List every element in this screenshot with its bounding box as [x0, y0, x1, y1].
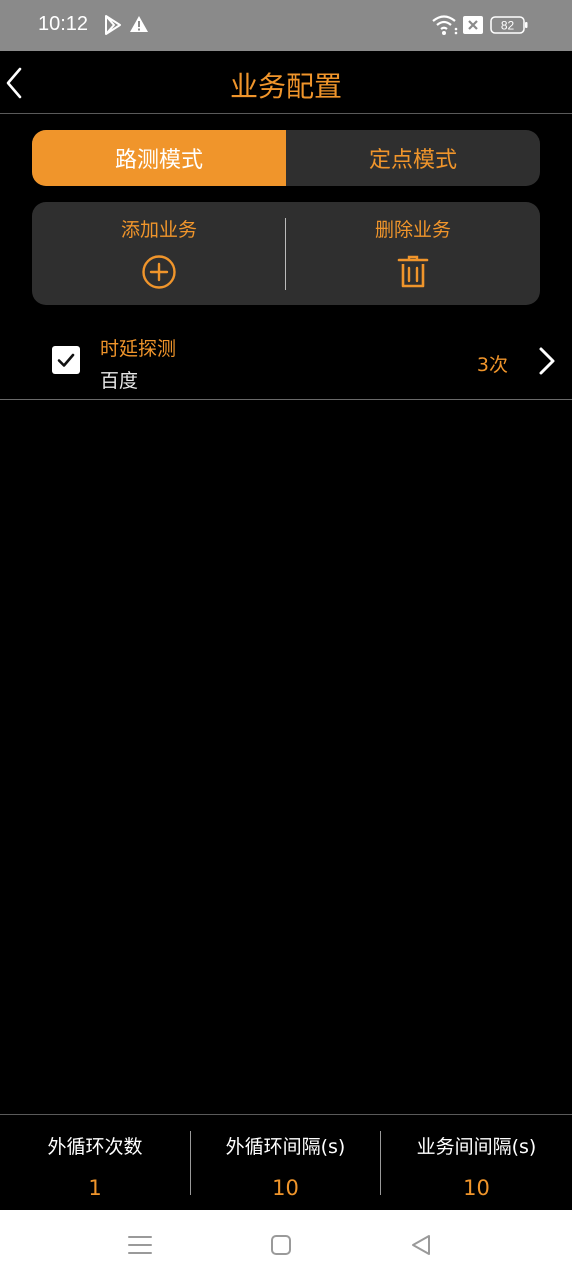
status-time: 10:12 [38, 13, 89, 35]
outer-loop-count-value: 1 [88, 1176, 102, 1200]
delete-service-button[interactable]: 删除业务 [286, 202, 540, 305]
delete-service-label: 删除业务 [374, 219, 451, 241]
outer-loop-interval-label: 外循环间隔(s) [225, 1136, 346, 1158]
battery-level: 82 [501, 19, 515, 33]
service-interval-label: 业务间间隔(s) [416, 1136, 537, 1158]
service-interval-value: 10 [463, 1176, 490, 1200]
wifi-icon [432, 15, 458, 35]
menu-icon[interactable] [125, 1232, 155, 1258]
tab-fixed-point-mode[interactable]: 定点模式 [286, 130, 540, 186]
warning-icon [130, 16, 148, 32]
plus-circle-icon [142, 255, 176, 289]
tab-road-test-mode[interactable]: 路测模式 [32, 130, 286, 186]
outer-loop-count-setting[interactable]: 外循环次数 1 [0, 1115, 190, 1211]
trash-icon [397, 255, 429, 288]
home-icon[interactable] [266, 1232, 296, 1258]
service-target: 百度 [100, 370, 139, 392]
chevron-right-icon [539, 347, 555, 375]
add-service-label: 添加业务 [120, 219, 197, 241]
service-name: 时延探测 [100, 338, 177, 360]
back-triangle-icon[interactable] [406, 1232, 436, 1258]
outer-loop-interval-setting[interactable]: 外循环间隔(s) 10 [191, 1115, 380, 1211]
service-count: 3次 [476, 354, 508, 376]
mode-switch: 路测模式 定点模式 [32, 130, 540, 186]
status-bar: 10:12 82 [0, 0, 572, 51]
service-action-panel: 添加业务 删除业务 [32, 202, 540, 305]
sim-icon [463, 16, 483, 34]
outer-loop-count-label: 外循环次数 [47, 1136, 143, 1158]
add-service-button[interactable]: 添加业务 [32, 202, 286, 305]
loop-settings: 外循环次数 1 外循环间隔(s) 10 业务间间隔(s) 10 [0, 1114, 572, 1210]
outer-loop-interval-value: 10 [272, 1176, 299, 1200]
battery-icon: 82 [490, 16, 528, 34]
check-icon [57, 353, 75, 367]
play-store-icon [105, 15, 121, 35]
system-nav-bar [0, 1210, 572, 1280]
service-list-item[interactable]: 时延探测 百度 3次 [0, 322, 572, 400]
header: 业务配置 [0, 51, 572, 114]
service-interval-setting[interactable]: 业务间间隔(s) 10 [381, 1115, 572, 1211]
page-title: 业务配置 [229, 70, 342, 103]
service-checkbox[interactable] [52, 346, 80, 374]
